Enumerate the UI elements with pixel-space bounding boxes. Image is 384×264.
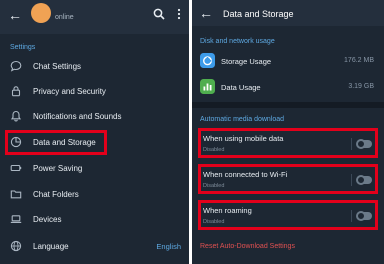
- mobile-data-toggle[interactable]: [356, 138, 372, 149]
- folder-icon: [10, 190, 22, 199]
- option-separator: [351, 174, 352, 186]
- settings-item-chat-folders[interactable]: Chat Folders: [0, 182, 189, 207]
- auto-download-roaming-option[interactable]: When roaming Disabled: [198, 200, 378, 230]
- data-usage-label: Data Usage: [221, 83, 261, 92]
- option-status: Disabled: [203, 147, 225, 153]
- option-separator: [351, 210, 352, 222]
- toggle-knob: [356, 174, 366, 185]
- more-options-icon[interactable]: [176, 8, 182, 20]
- storage-usage-value: 176.2 MB: [344, 57, 374, 64]
- data-usage-value: 3.19 GB: [348, 83, 374, 90]
- settings-item-devices[interactable]: Devices: [0, 207, 189, 232]
- usage-section-title: Disk and network usage: [200, 38, 275, 45]
- auto-download-mobile-data-option[interactable]: When using mobile data Disabled: [198, 128, 378, 158]
- section-divider: [192, 102, 384, 108]
- highlight-box: [5, 130, 107, 155]
- option-title: When using mobile data: [203, 134, 284, 143]
- bell-icon: [10, 110, 22, 122]
- settings-item-label: Power Saving: [33, 164, 83, 173]
- storage-pie-icon: [200, 53, 215, 68]
- bar-chart-icon: [200, 79, 215, 94]
- online-status: online: [55, 14, 74, 21]
- settings-item-label: Language: [33, 242, 69, 251]
- settings-section-title: Settings: [10, 44, 36, 51]
- avatar[interactable]: [31, 3, 51, 23]
- option-status: Disabled: [203, 183, 225, 189]
- toggle-knob: [356, 210, 366, 221]
- settings-item-chat-settings[interactable]: Chat Settings: [0, 54, 189, 79]
- search-icon[interactable]: [153, 8, 165, 20]
- settings-panel: ← online Settings Chat Settings Privacy …: [0, 0, 189, 264]
- settings-item-label: Privacy and Security: [33, 87, 106, 96]
- storage-usage-row[interactable]: Storage Usage 176.2 MB: [192, 50, 384, 72]
- back-arrow-icon[interactable]: ←: [199, 6, 213, 20]
- page-title: Data and Storage: [223, 9, 294, 19]
- settings-item-notifications-and-sounds[interactable]: Notifications and Sounds: [0, 104, 189, 129]
- lock-icon: [11, 86, 21, 97]
- settings-item-label: Devices: [33, 215, 62, 224]
- globe-icon: [10, 240, 22, 252]
- chat-bubble-icon: [10, 60, 22, 72]
- option-separator: [351, 138, 352, 150]
- storage-usage-label: Storage Usage: [221, 57, 272, 66]
- wifi-toggle[interactable]: [356, 174, 372, 185]
- settings-item-label: Chat Settings: [33, 62, 82, 71]
- settings-item-label: Notifications and Sounds: [33, 112, 122, 121]
- data-usage-row[interactable]: Data Usage 3.19 GB: [192, 76, 384, 98]
- data-storage-panel: ← Data and Storage Disk and network usag…: [192, 0, 384, 264]
- laptop-icon: [10, 215, 22, 223]
- language-value: English: [156, 242, 181, 251]
- option-title: When roaming: [203, 206, 252, 215]
- option-title: When connected to Wi-Fi: [203, 170, 288, 179]
- auto-download-section-title: Automatic media download: [200, 116, 285, 123]
- settings-item-language[interactable]: Language English: [0, 234, 189, 259]
- battery-icon: [10, 164, 22, 172]
- reset-auto-download-button[interactable]: Reset Auto-Download Settings: [200, 243, 295, 250]
- settings-item-privacy-and-security[interactable]: Privacy and Security: [0, 79, 189, 104]
- back-arrow-icon[interactable]: ←: [8, 8, 22, 22]
- auto-download-wifi-option[interactable]: When connected to Wi-Fi Disabled: [198, 164, 378, 194]
- option-status: Disabled: [203, 219, 225, 225]
- roaming-toggle[interactable]: [356, 210, 372, 221]
- settings-item-label: Chat Folders: [33, 190, 79, 199]
- toggle-knob: [356, 138, 366, 149]
- settings-item-power-saving[interactable]: Power Saving: [0, 156, 189, 181]
